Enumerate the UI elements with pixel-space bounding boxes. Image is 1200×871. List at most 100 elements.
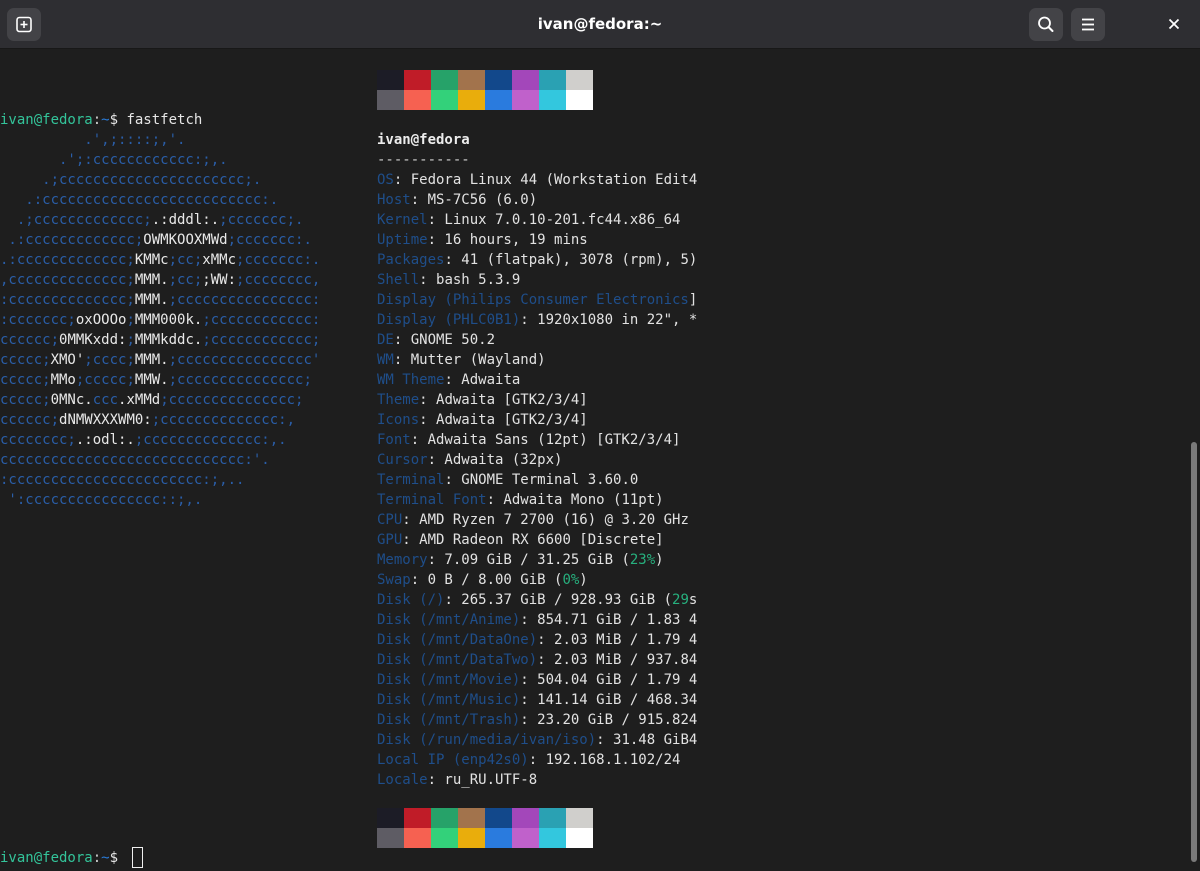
info-value: : 192.168.1.102/24 (528, 752, 681, 768)
info-row: Disk (/mnt/Movie): 504.04 GiB / 1.79 4 (377, 670, 697, 690)
logo-line: .;cccccccccccccccccccccc;. (0, 170, 261, 190)
logo-segment: .;ccccccccccccc; (0, 212, 152, 228)
color-swatch (539, 808, 566, 828)
info-row: Local IP (enp42s0): 192.168.1.102/24 (377, 750, 680, 770)
info-value: : Adwaita [GTK2/3/4] (419, 412, 588, 428)
info-row: GPU: AMD Radeon RX 6600 [Discrete] (377, 530, 664, 550)
info-key: Theme (377, 392, 420, 408)
color-swatch (539, 828, 566, 848)
logo-highlight: MMMkddc. (134, 332, 203, 348)
color-swatch (566, 90, 593, 110)
logo-segment: ;ccccccc:. (227, 232, 312, 248)
color-swatch (458, 90, 485, 110)
color-palette (377, 808, 593, 848)
info-separator: ----------- (377, 152, 470, 168)
info-row: Theme: Adwaita [GTK2/3/4] (377, 390, 588, 410)
info-value: : Adwaita Sans (12pt) [GTK2/3/4] (410, 432, 681, 448)
close-button[interactable] (1162, 12, 1186, 36)
color-swatch (377, 808, 404, 828)
info-key: Terminal Font (377, 492, 487, 508)
info-value: : Fedora Linux 44 (Workstation Edit4 (393, 172, 698, 188)
logo-line: :ccccccc;oxOOOo;MMM000k.;cccccccccccc: (0, 310, 320, 330)
info-row: Display (Philips Consumer Electronics] (377, 290, 697, 310)
color-swatch (485, 90, 512, 110)
color-swatch (512, 808, 539, 828)
info-key: Disk (/mnt/Trash) (377, 712, 521, 728)
color-swatch (566, 808, 593, 828)
search-button[interactable] (1029, 8, 1063, 41)
logo-segment: .:ccccccccccccc; (0, 232, 144, 248)
logo-segment: ;ccccccc:. (236, 252, 321, 268)
text-cursor (132, 847, 143, 868)
color-swatch (431, 828, 458, 848)
info-value: : GNOME 50.2 (393, 332, 496, 348)
info-key: Disk (/mnt/DataOne) (377, 632, 538, 648)
info-value-tail: s (688, 592, 698, 608)
logo-segment: cccccc; (0, 412, 60, 428)
info-row: WM Theme: Adwaita (377, 370, 520, 390)
info-value: : Linux 7.0.10-201.fc44.x86_64 (427, 212, 681, 228)
info-value: ] (688, 292, 698, 308)
info-row: Disk (/mnt/Trash): 23.20 GiB / 915.824 (377, 710, 697, 730)
info-value: : 854.71 GiB / 1.83 4 (520, 612, 698, 628)
info-key: Local IP (enp42s0) (377, 752, 529, 768)
info-row: OS: Fedora Linux 44 (Workstation Edit4 (377, 170, 697, 190)
scrollbar-thumb[interactable] (1191, 442, 1197, 862)
info-key: Locale (377, 772, 428, 788)
logo-highlight: MMM. (134, 272, 169, 288)
logo-segment: ; (126, 332, 135, 348)
logo-segment: ;cccccccccccccccc: (168, 292, 321, 308)
info-value: : AMD Ryzen 7 2700 (16) @ 3.20 GHz (402, 512, 689, 528)
logo-highlight: xMMc (202, 252, 237, 268)
logo-segment: ;cc; (168, 252, 203, 268)
logo-segment: ;cccccccc, (236, 272, 321, 288)
color-swatch (404, 828, 431, 848)
scrollbar[interactable] (1188, 49, 1200, 871)
logo-highlight: ;WW: (202, 272, 237, 288)
logo-segment: ;cccccccccccccccc' (168, 352, 321, 368)
info-value: : 265.37 GiB / 928.93 GiB ( (444, 592, 673, 608)
info-row: Kernel: Linux 7.0.10-201.fc44.x86_64 (377, 210, 680, 230)
info-value: : 2.03 MiB / 1.79 4 (537, 632, 698, 648)
info-row: Icons: Adwaita [GTK2/3/4] (377, 410, 588, 430)
info-key: WM (377, 352, 394, 368)
info-value: : Adwaita [GTK2/3/4] (419, 392, 588, 408)
menu-button[interactable] (1071, 8, 1105, 41)
info-key: Icons (377, 412, 420, 428)
logo-line: .:cccccccccccccccccccccccccc:. (0, 190, 278, 210)
color-swatch (485, 808, 512, 828)
info-value: : MS-7C56 (6.0) (410, 192, 538, 208)
info-row: Font: Adwaita Sans (12pt) [GTK2/3/4] (377, 430, 680, 450)
logo-line: .',;::::;,'. (0, 130, 185, 150)
info-key: GPU (377, 532, 403, 548)
info-value: : Adwaita Mono (11pt) (486, 492, 664, 508)
info-row: Disk (/): 265.37 GiB / 928.93 GiB (29s (377, 590, 697, 610)
logo-segment: ;ccccccc;. (219, 212, 304, 228)
info-key: Display (PHLC0B1) (377, 312, 521, 328)
info-row: Shell: bash 5.3.9 (377, 270, 520, 290)
info-value: : 7.09 GiB / 31.25 GiB ( (427, 552, 630, 568)
color-swatch (485, 828, 512, 848)
info-row: Terminal: GNOME Terminal 3.60.0 (377, 470, 638, 490)
logo-segment: .;cccccccccccccccccccccc;. (0, 172, 262, 188)
info-percent: 29 (672, 592, 689, 608)
terminal-output[interactable]: ivan@fedora:~$ fastfetch .',;::::;,'. .'… (0, 49, 1188, 871)
window-title: ivan@fedora:~ (537, 15, 663, 33)
color-swatch (512, 70, 539, 90)
info-value-tail: ) (655, 552, 664, 568)
info-value: : 504.04 GiB / 1.79 4 (520, 672, 698, 688)
logo-line: ccccccccccccccccccccccccccccc:'. (0, 450, 270, 470)
logo-segment: .:ccccccccccccc; (0, 252, 135, 268)
logo-highlight: OWMKOOXMWd (143, 232, 228, 248)
logo-segment: ccccc; (0, 352, 51, 368)
prompt-user-host: ivan@fedora (0, 850, 93, 866)
logo-segment: ;cccccccccccc: (202, 312, 321, 328)
info-percent: 23% (629, 552, 656, 568)
info-value: : 31.48 GiB4 (596, 732, 698, 748)
info-row: Disk (/run/media/ivan/iso): 31.48 GiB4 (377, 730, 697, 750)
logo-segment: ;cccccccccccccc:, (151, 412, 296, 428)
color-swatch (539, 70, 566, 90)
info-row: Disk (/mnt/DataTwo): 2.03 MiB / 937.84 (377, 650, 697, 670)
info-row: Terminal Font: Adwaita Mono (11pt) (377, 490, 664, 510)
color-swatch (377, 828, 404, 848)
